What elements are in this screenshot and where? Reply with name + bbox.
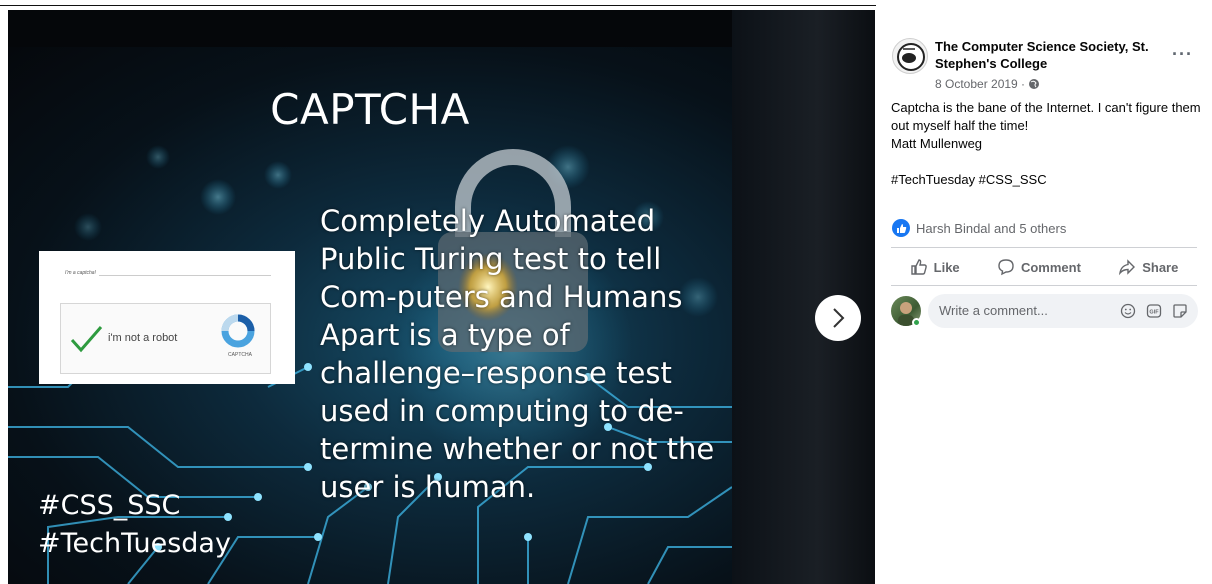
page-name-link[interactable]: The Computer Science Society, St. Stephe… [935,38,1165,72]
captcha-logo-icon [221,314,255,348]
sticker-icon[interactable] [1172,303,1188,319]
post-text-author: Matt Mullenweg [891,136,983,151]
thumbs-up-icon [910,259,927,275]
post-hashtags[interactable]: #TechTuesday #CSS_SSC [891,172,1047,187]
svg-text:GIF: GIF [1149,310,1159,316]
emoji-icon[interactable] [1120,303,1136,319]
post-viewer: CAPTCHA Completely Automated Public Turi… [0,0,1212,584]
more-options-button[interactable]: ··· [1172,44,1193,65]
comment-input[interactable]: Write a comment... GIF [928,294,1198,328]
post-details-panel: The Computer Science Society, St. Stephe… [876,0,1212,584]
slide-tag-css: #CSS_SSC [38,490,181,521]
globe-icon [1029,79,1040,89]
reactions-summary[interactable]: Harsh Bindal and 5 others [892,219,1066,237]
share-arrow-icon [1119,259,1136,276]
media-backdrop [732,10,875,584]
post-text-quote: Captcha is the bane of the Internet. I c… [891,100,1201,133]
comment-placeholder: Write a comment... [939,303,1048,318]
captcha-logo-text: CAPTCHA [228,352,252,358]
post-meta: 8 October 2019 · [935,77,1040,91]
chevron-right-icon [833,308,845,328]
society-logo-icon [897,43,925,71]
actions-top-divider [891,247,1197,248]
captcha-divider [99,275,271,276]
slide-top-band [8,10,732,47]
share-button[interactable]: Share [1118,258,1178,276]
captcha-header: I'm a captcha! [65,270,96,276]
page-avatar[interactable] [892,38,928,74]
speech-bubble-icon [998,259,1014,276]
share-label: Share [1142,259,1179,275]
post-text: Captcha is the bane of the Internet. I c… [891,99,1201,153]
gif-icon[interactable]: GIF [1146,303,1162,319]
slide-body-text: Completely Automated Public Turing test … [320,204,715,504]
comment-tools: GIF [1120,303,1188,319]
checkmark-icon [70,326,103,353]
comment-label: Comment [1020,259,1081,275]
actions-bottom-divider [891,285,1197,286]
like-reaction-icon [892,219,910,237]
slide-hashtags: #CSS_SSC #TechTuesday [38,487,231,563]
next-image-button[interactable] [815,295,861,341]
slide-title: CAPTCHA [270,85,470,134]
post-actions: Like Comment Share [891,253,1197,281]
reactions-count-text: Harsh Bindal and 5 others [916,220,1067,236]
media-viewer: CAPTCHA Completely Automated Public Turi… [8,10,875,584]
top-border [0,5,922,6]
online-status-dot [912,318,921,327]
post-date[interactable]: 8 October 2019 · [935,77,1025,91]
captcha-checkbox-label: i'm not a robot [108,332,178,344]
comment-composer: Write a comment... GIF [891,294,1198,328]
post-image[interactable]: CAPTCHA Completely Automated Public Turi… [8,47,732,584]
captcha-illustration: I'm a captcha! i'm not a robot CAPTCHA [39,251,295,384]
like-label: Like [933,259,960,275]
comment-button[interactable]: Comment [997,258,1081,276]
captcha-widget: i'm not a robot CAPTCHA [60,303,271,374]
like-button[interactable]: Like [910,258,960,276]
slide-tag-techtuesday: #TechTuesday [38,528,231,559]
